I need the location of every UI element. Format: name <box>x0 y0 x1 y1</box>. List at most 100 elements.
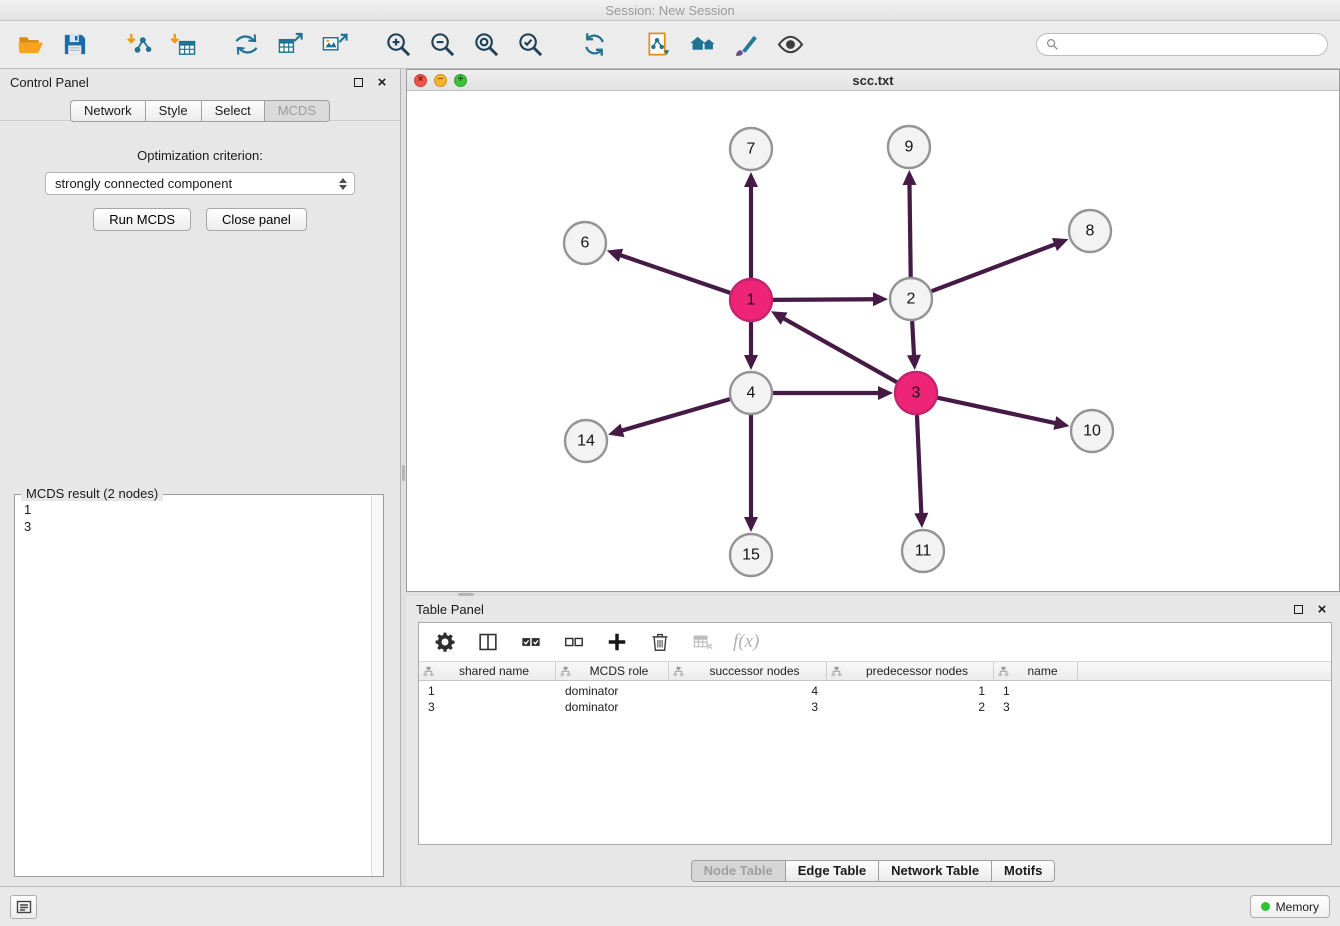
table-cell: 3 <box>419 700 556 714</box>
edge-2-8[interactable] <box>932 244 1057 291</box>
table-header: shared nameMCDS rolesuccessor nodesprede… <box>419 661 1331 681</box>
result-scrollbar[interactable] <box>371 495 383 876</box>
graph-node-1[interactable]: 1 <box>730 279 772 321</box>
zoom-in-button[interactable] <box>380 27 416 63</box>
import-table-button[interactable] <box>164 27 200 63</box>
mcds-result-legend: MCDS result (2 nodes) <box>21 486 163 501</box>
app-titlebar: Session: New Session <box>0 0 1340 21</box>
tab-style[interactable]: Style <box>146 100 202 122</box>
edge-3-1[interactable] <box>782 318 896 383</box>
zoom-fit-button[interactable] <box>468 27 504 63</box>
save-session-button[interactable] <box>56 27 92 63</box>
window-close-button[interactable]: × <box>414 74 427 87</box>
network-canvas[interactable]: 7 9 6 8 1 2 4 3 14 10 15 11 <box>407 91 1339 591</box>
edge-2-3[interactable] <box>912 321 914 357</box>
tab-motifs[interactable]: Motifs <box>992 860 1055 882</box>
refresh-button[interactable] <box>576 27 612 63</box>
settings-button[interactable] <box>432 629 458 655</box>
new-network-button[interactable] <box>228 27 264 63</box>
column-header-name[interactable]: name <box>994 662 1078 680</box>
selected-criterion: strongly connected component <box>55 176 339 191</box>
edge-3-10[interactable] <box>938 398 1057 424</box>
control-panel-window-buttons: × <box>342 74 390 90</box>
tab-mcds[interactable]: MCDS <box>265 100 330 122</box>
edge-3-11[interactable] <box>917 415 921 515</box>
graph-node-3[interactable]: 3 <box>895 372 937 414</box>
add-column-button[interactable] <box>604 629 630 655</box>
vertical-splitter[interactable] <box>402 465 405 481</box>
tab-node-table[interactable]: Node Table <box>691 860 786 882</box>
command-panel-button[interactable] <box>10 895 37 919</box>
column-layout-button[interactable] <box>475 629 501 655</box>
optimization-criterion-select[interactable]: strongly connected component <box>45 172 355 195</box>
select-arrows-icon <box>339 178 347 190</box>
graph-node-14[interactable]: 14 <box>565 420 607 462</box>
column-header-successor-nodes[interactable]: successor nodes <box>669 662 827 680</box>
network-graph-svg[interactable]: 7 9 6 8 1 2 4 3 14 10 15 11 <box>407 91 1339 591</box>
graph-node-11[interactable]: 11 <box>902 530 944 572</box>
edge-1-2[interactable] <box>773 299 875 300</box>
optimization-criterion-label: Optimization criterion: <box>0 148 400 163</box>
graph-node-15[interactable]: 15 <box>730 534 772 576</box>
column-header-MCDS-role[interactable]: MCDS role <box>556 662 669 680</box>
graph-node-8[interactable]: 8 <box>1069 210 1111 252</box>
node-label: 6 <box>581 235 590 252</box>
edge-4-14[interactable] <box>621 399 730 431</box>
search-input[interactable] <box>1064 38 1318 52</box>
window-minimize-button[interactable]: − <box>434 74 447 87</box>
workspace: Control Panel × NetworkStyleSelectMCDS O… <box>0 69 1340 886</box>
function-builder-button[interactable]: f(x) <box>733 629 759 655</box>
open-session-button[interactable] <box>12 27 48 63</box>
zoom-out-button[interactable] <box>424 27 460 63</box>
app-title: Session: New Session <box>605 3 734 18</box>
result-line: 3 <box>24 518 374 535</box>
delete-table-button[interactable] <box>690 629 716 655</box>
sort-icon <box>560 666 571 677</box>
float-panel-button[interactable] <box>1290 601 1306 617</box>
import-table-icon <box>169 31 196 58</box>
close-panel-button[interactable]: × <box>1314 601 1330 617</box>
toolbar-group <box>120 27 200 63</box>
column-header-shared-name[interactable]: shared name <box>419 662 556 680</box>
graph-node-9[interactable]: 9 <box>888 126 930 168</box>
window-zoom-button[interactable]: + <box>454 74 467 87</box>
memory-button[interactable]: Memory <box>1250 895 1330 918</box>
run-mcds-button[interactable]: Run MCDS <box>93 208 191 231</box>
graph-node-4[interactable]: 4 <box>730 372 772 414</box>
export-image-button[interactable] <box>316 27 352 63</box>
edge-1-6[interactable] <box>619 255 730 293</box>
column-header-predecessor-nodes[interactable]: predecessor nodes <box>827 662 994 680</box>
import-network-icon <box>125 31 152 58</box>
import-network-button[interactable] <box>120 27 156 63</box>
graph-node-2[interactable]: 2 <box>890 278 932 320</box>
settings-icon <box>434 631 456 653</box>
graph-node-10[interactable]: 10 <box>1071 410 1113 452</box>
tab-network[interactable]: Network <box>70 100 146 122</box>
close-panel-button[interactable]: × <box>374 74 390 90</box>
graph-node-6[interactable]: 6 <box>564 222 606 264</box>
select-all-button[interactable] <box>518 629 544 655</box>
close-panel-button[interactable]: Close panel <box>206 208 307 231</box>
deselect-all-button[interactable] <box>561 629 587 655</box>
tab-select[interactable]: Select <box>202 100 265 122</box>
delete-column-button[interactable] <box>647 629 673 655</box>
tab-network-table[interactable]: Network Table <box>879 860 992 882</box>
float-panel-button[interactable] <box>350 74 366 90</box>
tab-edge-table[interactable]: Edge Table <box>786 860 879 882</box>
graph-node-7[interactable]: 7 <box>730 128 772 170</box>
table-cell: 3 <box>994 700 1078 714</box>
annotations-button[interactable] <box>728 27 764 63</box>
table-row[interactable]: 3dominator323 <box>419 699 1331 715</box>
node-label: 10 <box>1083 423 1101 440</box>
export-table-button[interactable] <box>272 27 308 63</box>
edge-2-9[interactable] <box>909 183 910 277</box>
home-button[interactable] <box>684 27 720 63</box>
zoom-fit-icon <box>473 31 500 58</box>
table-row[interactable]: 1dominator411 <box>419 683 1331 699</box>
eye-button[interactable] <box>772 27 808 63</box>
duplicate-network-button[interactable] <box>640 27 676 63</box>
search-box[interactable] <box>1036 33 1328 56</box>
zoom-selected-button[interactable] <box>512 27 548 63</box>
mcds-result-lines: 13 <box>15 495 383 541</box>
edge-arrow-4-3 <box>878 386 893 400</box>
